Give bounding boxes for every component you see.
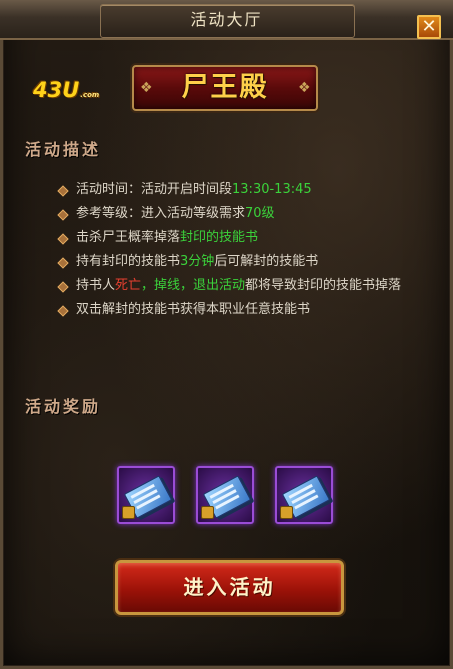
lock-icon	[280, 506, 293, 519]
lock-icon	[122, 506, 135, 519]
close-icon: ✕	[421, 16, 437, 37]
diamond-bullet-icon	[57, 281, 69, 293]
reward-slot[interactable]	[117, 466, 175, 524]
diamond-bullet-icon	[57, 305, 69, 317]
reward-slot[interactable]	[196, 466, 254, 524]
logo-text: 43U	[33, 78, 80, 102]
window-title: 活动大厅	[190, 10, 263, 29]
diamond-bullet-icon	[57, 185, 69, 197]
list-item: 参考等级：进入活动等级需求70级	[57, 202, 433, 226]
enter-activity-button[interactable]: 进入活动	[115, 560, 344, 615]
list-item: 双击解封的技能书获得本职业任意技能书	[57, 298, 433, 322]
description-heading: 活动描述	[25, 140, 102, 159]
rewards-heading: 活动奖励	[25, 397, 102, 416]
list-item: 活动时间：活动开启时间段13:30-13:45	[57, 178, 433, 202]
diamond-bullet-icon	[57, 209, 69, 221]
activity-name: 尸王殿	[181, 72, 269, 103]
diamond-bullet-icon	[57, 233, 69, 245]
description-list: 活动时间：活动开启时间段13:30-13:45 参考等级：进入活动等级需求70级…	[57, 178, 433, 322]
site-logo: 43U.com	[33, 78, 99, 102]
title-bar: 活动大厅	[0, 0, 453, 40]
activity-banner: ❖ ❖ 尸王殿	[132, 65, 318, 111]
reward-slot[interactable]	[275, 466, 333, 524]
diamond-bullet-icon	[57, 257, 69, 269]
list-item: 持有封印的技能书3分钟后可解封的技能书	[57, 250, 433, 274]
logo-suffix: .com	[80, 91, 100, 99]
list-item: 持书人死亡，掉线，退出活动都将导致封印的技能书掉落	[57, 274, 433, 298]
lock-icon	[201, 506, 214, 519]
list-item: 击杀尸王概率掉落封印的技能书	[57, 226, 433, 250]
close-button[interactable]: ✕	[417, 15, 441, 39]
